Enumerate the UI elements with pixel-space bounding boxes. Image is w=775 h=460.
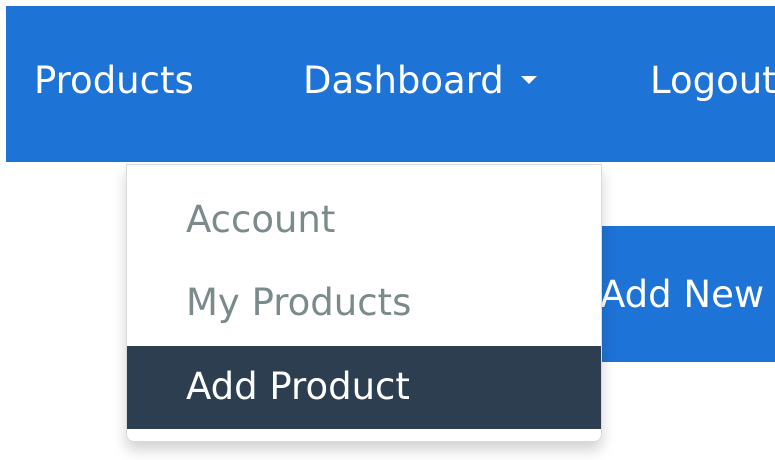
nav-products-link[interactable]: Products — [34, 54, 194, 108]
add-new-button-label: Add New — [600, 273, 765, 316]
top-navbar: Products Dashboard Logout — [6, 6, 775, 162]
nav-dashboard-label: Dashboard — [303, 59, 504, 102]
dropdown-item-label: My Products — [186, 281, 412, 324]
chevron-down-icon — [520, 75, 537, 84]
dropdown-item-account[interactable]: Account — [127, 179, 601, 262]
dropdown-item-label: Add Product — [186, 365, 410, 408]
dropdown-item-my-products[interactable]: My Products — [127, 262, 601, 345]
dropdown-item-add-product[interactable]: Add Product — [127, 346, 601, 429]
dropdown-item-label: Account — [186, 198, 336, 241]
page: Products Dashboard Logout Add New Accoun… — [0, 0, 775, 460]
nav-dashboard-dropdown-toggle[interactable]: Dashboard — [303, 54, 537, 108]
dashboard-dropdown-menu: Account My Products Add Product — [126, 164, 602, 442]
nav-logout-link[interactable]: Logout — [650, 54, 775, 108]
